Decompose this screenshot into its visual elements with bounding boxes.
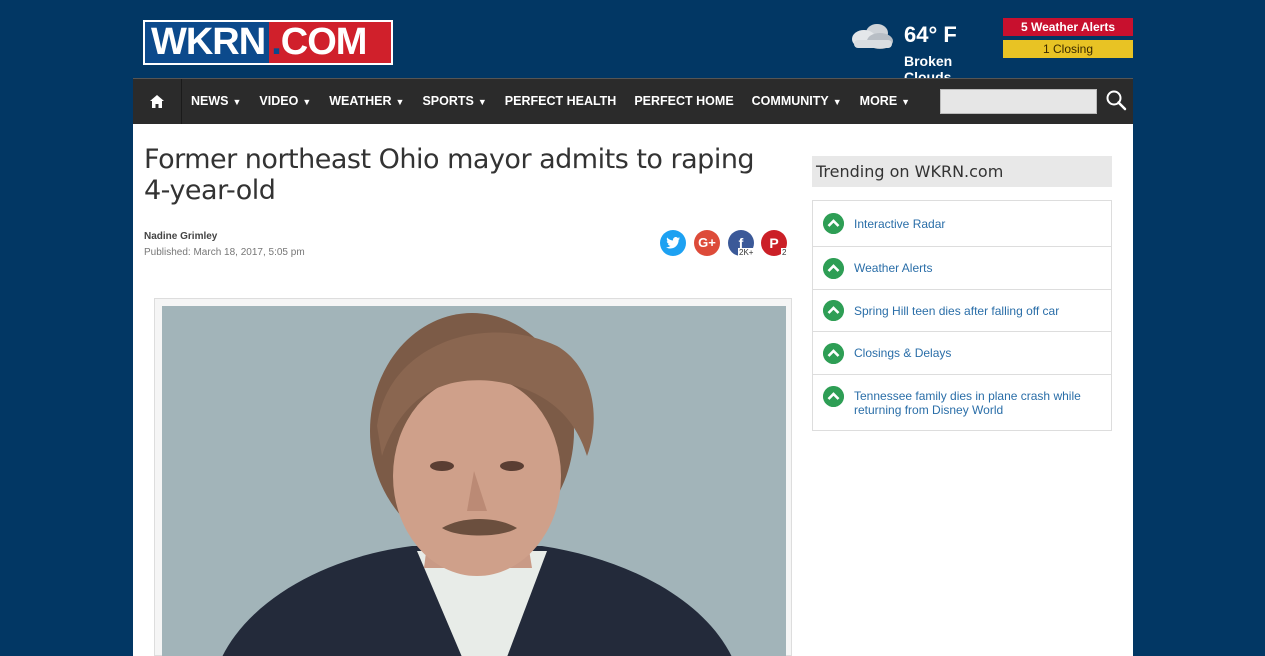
twitter-share-button[interactable] — [660, 230, 686, 256]
trending-item-weather-alerts[interactable]: Weather Alerts — [813, 247, 1111, 290]
search-icon[interactable] — [1105, 89, 1127, 111]
chevron-up-icon — [823, 257, 844, 279]
nav-item-community[interactable]: COMMUNITY ▼ — [752, 79, 842, 124]
chevron-down-icon: ▼ — [901, 97, 911, 107]
nav-item-more[interactable]: MORE ▼ — [860, 79, 910, 124]
main-nav: NEWS ▼ VIDEO ▼ WEATHER ▼ SPORTS ▼ PERFECT HE… — [133, 78, 1133, 124]
trending-list: Interactive Radar Weather Alerts Spring … — [812, 200, 1112, 431]
nav-item-perfect-home[interactable]: PERFECT HOME — [634, 79, 733, 124]
article-author[interactable]: Nadine Grimley — [144, 231, 217, 242]
logo-wkrn: WKRN — [145, 22, 270, 63]
content-area: Former northeast Ohio mayor admits to ra… — [133, 124, 1133, 656]
chevron-down-icon: ▼ — [395, 97, 405, 107]
article-image-frame — [154, 298, 792, 656]
trending-item-interactive-radar[interactable]: Interactive Radar — [813, 201, 1111, 247]
chevron-up-icon — [823, 386, 844, 407]
site-logo[interactable]: WKRN .COM — [143, 20, 393, 65]
pinterest-share-count: 2 — [781, 248, 788, 257]
mugshot-image — [162, 306, 786, 656]
trending-item-tennessee-family[interactable]: Tennessee family dies in plane crash whi… — [813, 375, 1111, 430]
twitter-icon — [666, 237, 680, 249]
trending-title: Trending on WKRN.com — [812, 156, 1112, 187]
trending-item-closings-delays[interactable]: Closings & Delays — [813, 332, 1111, 375]
chevron-down-icon: ▼ — [477, 97, 487, 107]
chevron-down-icon: ▼ — [302, 97, 312, 107]
trending-item-spring-hill-teen[interactable]: Spring Hill teen dies after falling off … — [813, 290, 1111, 332]
logo-com: .COM — [269, 22, 391, 63]
google-plus-share-button[interactable]: G+ — [694, 230, 720, 256]
search-input[interactable] — [940, 89, 1097, 114]
chevron-up-icon — [823, 342, 844, 364]
nav-menu: NEWS ▼ VIDEO ▼ WEATHER ▼ SPORTS ▼ PERFECT HE… — [191, 79, 928, 124]
nav-item-weather[interactable]: WEATHER ▼ — [329, 79, 404, 124]
home-button[interactable] — [133, 79, 182, 124]
closings-button[interactable]: 1 Closing — [1003, 40, 1133, 58]
article-headline: Former northeast Ohio mayor admits to ra… — [144, 144, 755, 206]
nav-item-video[interactable]: VIDEO ▼ — [259, 79, 311, 124]
article-published-date: Published: March 18, 2017, 5:05 pm — [144, 247, 305, 258]
chevron-up-icon — [823, 213, 844, 234]
facebook-share-count: 2K+ — [738, 248, 755, 257]
temperature: 64° F — [904, 22, 957, 47]
chevron-down-icon: ▼ — [832, 97, 842, 107]
home-icon — [150, 95, 164, 108]
cloud-icon — [852, 24, 893, 49]
nav-item-news[interactable]: NEWS ▼ — [191, 79, 241, 124]
nav-item-sports[interactable]: SPORTS ▼ — [422, 79, 486, 124]
article-photo[interactable] — [162, 306, 786, 656]
chevron-down-icon: ▼ — [232, 97, 242, 107]
weather-alerts-button[interactable]: 5 Weather Alerts — [1003, 18, 1133, 36]
nav-item-perfect-health[interactable]: PERFECT HEALTH — [505, 79, 617, 124]
chevron-up-icon — [823, 300, 844, 321]
weather-widget[interactable]: 64° F Broken Clouds — [850, 18, 1000, 85]
